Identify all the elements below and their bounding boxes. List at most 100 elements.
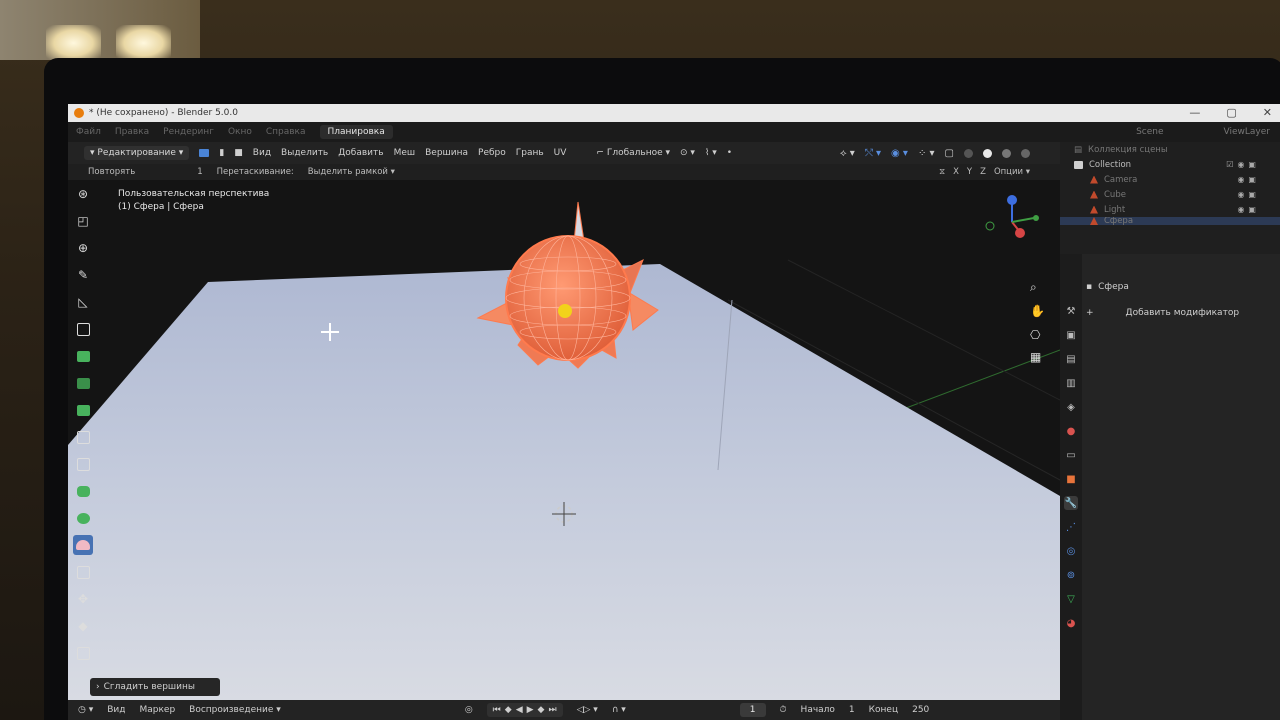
mode-selector[interactable]: ▾ Редактирование ▾ (84, 146, 190, 160)
move-tool-icon[interactable]: ⊕ (73, 238, 93, 258)
timeline-menu-view[interactable]: Вид (107, 705, 125, 715)
gizmo-toggle-icon[interactable]: ⤲ ▾ (865, 148, 881, 159)
view-layer-tab-icon[interactable]: ▥ (1064, 376, 1078, 390)
xray-icon[interactable]: ▢ (945, 148, 954, 159)
menu-uv[interactable]: UV (554, 148, 567, 158)
options-selector[interactable]: Опции ▾ (994, 167, 1030, 177)
shrink-fatten-icon[interactable]: ✥ (73, 589, 93, 609)
outliner-row-camera[interactable]: Camera ◉▣ (1060, 172, 1280, 187)
collection-tab-icon[interactable]: ▭ (1064, 448, 1078, 462)
outliner-row-cube[interactable]: Cube ◉▣ (1060, 187, 1280, 202)
menu-file[interactable]: Файл (76, 127, 101, 137)
object-tab-icon[interactable]: ■ (1064, 472, 1078, 486)
mirror-z-toggle[interactable]: Z (980, 167, 986, 177)
prev-keyframe-icon[interactable]: ◆ (505, 705, 512, 715)
view-layer-selector[interactable]: ViewLayer (1224, 127, 1270, 137)
visibility-icon[interactable]: ⟡ ▾ (840, 148, 855, 159)
pan-hand-icon[interactable]: ✋ (1030, 304, 1045, 318)
next-keyframe-icon[interactable]: ◆ (538, 705, 545, 715)
tool-tab-icon[interactable]: ⚒ (1064, 304, 1078, 318)
menu-select[interactable]: Выделить (281, 148, 328, 158)
minimize-button[interactable]: — (1189, 106, 1200, 119)
editor-type-icon[interactable]: ◷ ▾ (78, 705, 93, 715)
inset-icon[interactable] (73, 373, 93, 393)
world-tab-icon[interactable]: ● (1064, 424, 1078, 438)
render-tab-icon[interactable]: ▣ (1064, 328, 1078, 342)
menu-face[interactable]: Грань (516, 148, 544, 158)
menu-edit[interactable]: Правка (115, 127, 149, 137)
workspace-tab-layout[interactable]: Планировка (319, 125, 393, 139)
output-tab-icon[interactable]: ▤ (1064, 352, 1078, 366)
edge-slide-icon[interactable] (73, 562, 93, 582)
auto-keying-icon[interactable]: ◎ (465, 705, 473, 715)
scene-selector[interactable]: Scene (1136, 127, 1163, 137)
stopwatch-icon[interactable]: ⏱ (780, 705, 787, 715)
zoom-icon[interactable]: ⌕ (1030, 280, 1037, 295)
loop-cut-icon[interactable] (73, 427, 93, 447)
constraints-tab-icon[interactable]: ⊚ (1064, 568, 1078, 582)
snap-icon[interactable]: ⌇ ▾ (705, 148, 717, 158)
smooth-tool-icon[interactable] (73, 535, 93, 555)
timeline-menu-marker[interactable]: Маркер (139, 705, 175, 715)
mirror-x-toggle[interactable]: X (953, 167, 959, 177)
outliner-row-collection[interactable]: Collection ☑◉▣ (1060, 157, 1280, 172)
overlay-toggle-icon[interactable]: ◉ ▾ (891, 148, 908, 159)
menu-window[interactable]: Окно (228, 127, 252, 137)
snap-magnet-icon[interactable]: ∩ ▾ (612, 705, 626, 715)
material-tab-icon[interactable]: ◕ (1064, 616, 1078, 630)
vertex-select-icon[interactable] (199, 149, 210, 157)
repeat-field[interactable]: 1 (197, 167, 202, 177)
mirror-y-toggle[interactable]: Y (967, 167, 972, 177)
proportional-edit-icon[interactable]: • (727, 148, 732, 158)
shear-icon[interactable]: ◆ (73, 616, 93, 636)
extrude-icon[interactable] (73, 346, 93, 366)
material-shading-icon[interactable] (1002, 148, 1011, 158)
scene-tab-icon[interactable]: ◈ (1064, 400, 1078, 414)
poly-build-icon[interactable] (73, 481, 93, 501)
play-icon[interactable]: ▶ (527, 705, 534, 715)
light-visibility[interactable]: ◉▣ (1237, 205, 1260, 214)
annotate-tool-icon[interactable]: ✎ (73, 265, 93, 285)
menu-add[interactable]: Добавить (338, 148, 383, 158)
edge-select-icon[interactable]: ▮ (219, 148, 224, 158)
pivot-icon[interactable]: ⊙ ▾ (680, 148, 695, 158)
mirror-icon[interactable]: ⧖ (939, 167, 945, 177)
play-reverse-icon[interactable]: ◀ (516, 705, 523, 715)
jump-start-icon[interactable]: ⏮ (493, 705, 501, 715)
menu-view[interactable]: Вид (253, 148, 271, 158)
physics-tab-icon[interactable]: ◎ (1064, 544, 1078, 558)
perspective-grid-icon[interactable]: ▦ (1030, 350, 1041, 364)
menu-mesh[interactable]: Меш (394, 148, 416, 158)
drag-selector[interactable]: Выделить рамкой ▾ (308, 167, 395, 177)
mesh-overlay-icon[interactable]: ⁘ ▾ (918, 148, 935, 159)
keyframe-nav-icon[interactable]: ◁▷ ▾ (577, 705, 598, 715)
measure-tool-icon[interactable]: ◺ (73, 292, 93, 312)
menu-render[interactable]: Рендеринг (163, 127, 214, 137)
select-box-icon[interactable]: ◰ (73, 211, 93, 231)
start-frame-field[interactable]: 1 (849, 705, 855, 715)
cursor-tool-icon[interactable]: ⊛ (73, 184, 93, 204)
3d-viewport[interactable]: Пользовательская перспектива (1) Сфера |… (68, 180, 1060, 700)
add-cube-icon[interactable] (73, 319, 93, 339)
menu-help[interactable]: Справка (266, 127, 306, 137)
particles-tab-icon[interactable]: ⋰ (1064, 520, 1078, 534)
bevel-icon[interactable] (73, 400, 93, 420)
visibility-toggles[interactable]: ☑◉▣ (1226, 160, 1260, 169)
last-operation-panel[interactable]: › Сгладить вершины (90, 678, 220, 696)
rendered-shading-icon[interactable] (1021, 148, 1030, 158)
modifier-tab-icon[interactable]: 🔧 (1064, 496, 1078, 510)
transform-orientation-selector[interactable]: ⌐ Глобальное ▾ (596, 148, 670, 158)
menu-vertex[interactable]: Вершина (425, 148, 468, 158)
wireframe-shading-icon[interactable] (964, 148, 973, 158)
jump-end-icon[interactable]: ⏭ (548, 705, 556, 715)
close-button[interactable]: ✕ (1263, 106, 1272, 119)
rip-region-icon[interactable] (73, 643, 93, 663)
cube-visibility[interactable]: ◉▣ (1237, 190, 1260, 199)
outliner-row-sphere[interactable]: Сфера (1060, 217, 1280, 225)
maximize-button[interactable]: ▢ (1226, 106, 1236, 119)
timeline-menu-playback[interactable]: Воспроизведение ▾ (189, 705, 281, 715)
menu-edge[interactable]: Ребро (478, 148, 506, 158)
current-frame-field[interactable]: 1 (739, 703, 766, 717)
spin-icon[interactable] (73, 508, 93, 528)
end-frame-field[interactable]: 250 (912, 705, 929, 715)
